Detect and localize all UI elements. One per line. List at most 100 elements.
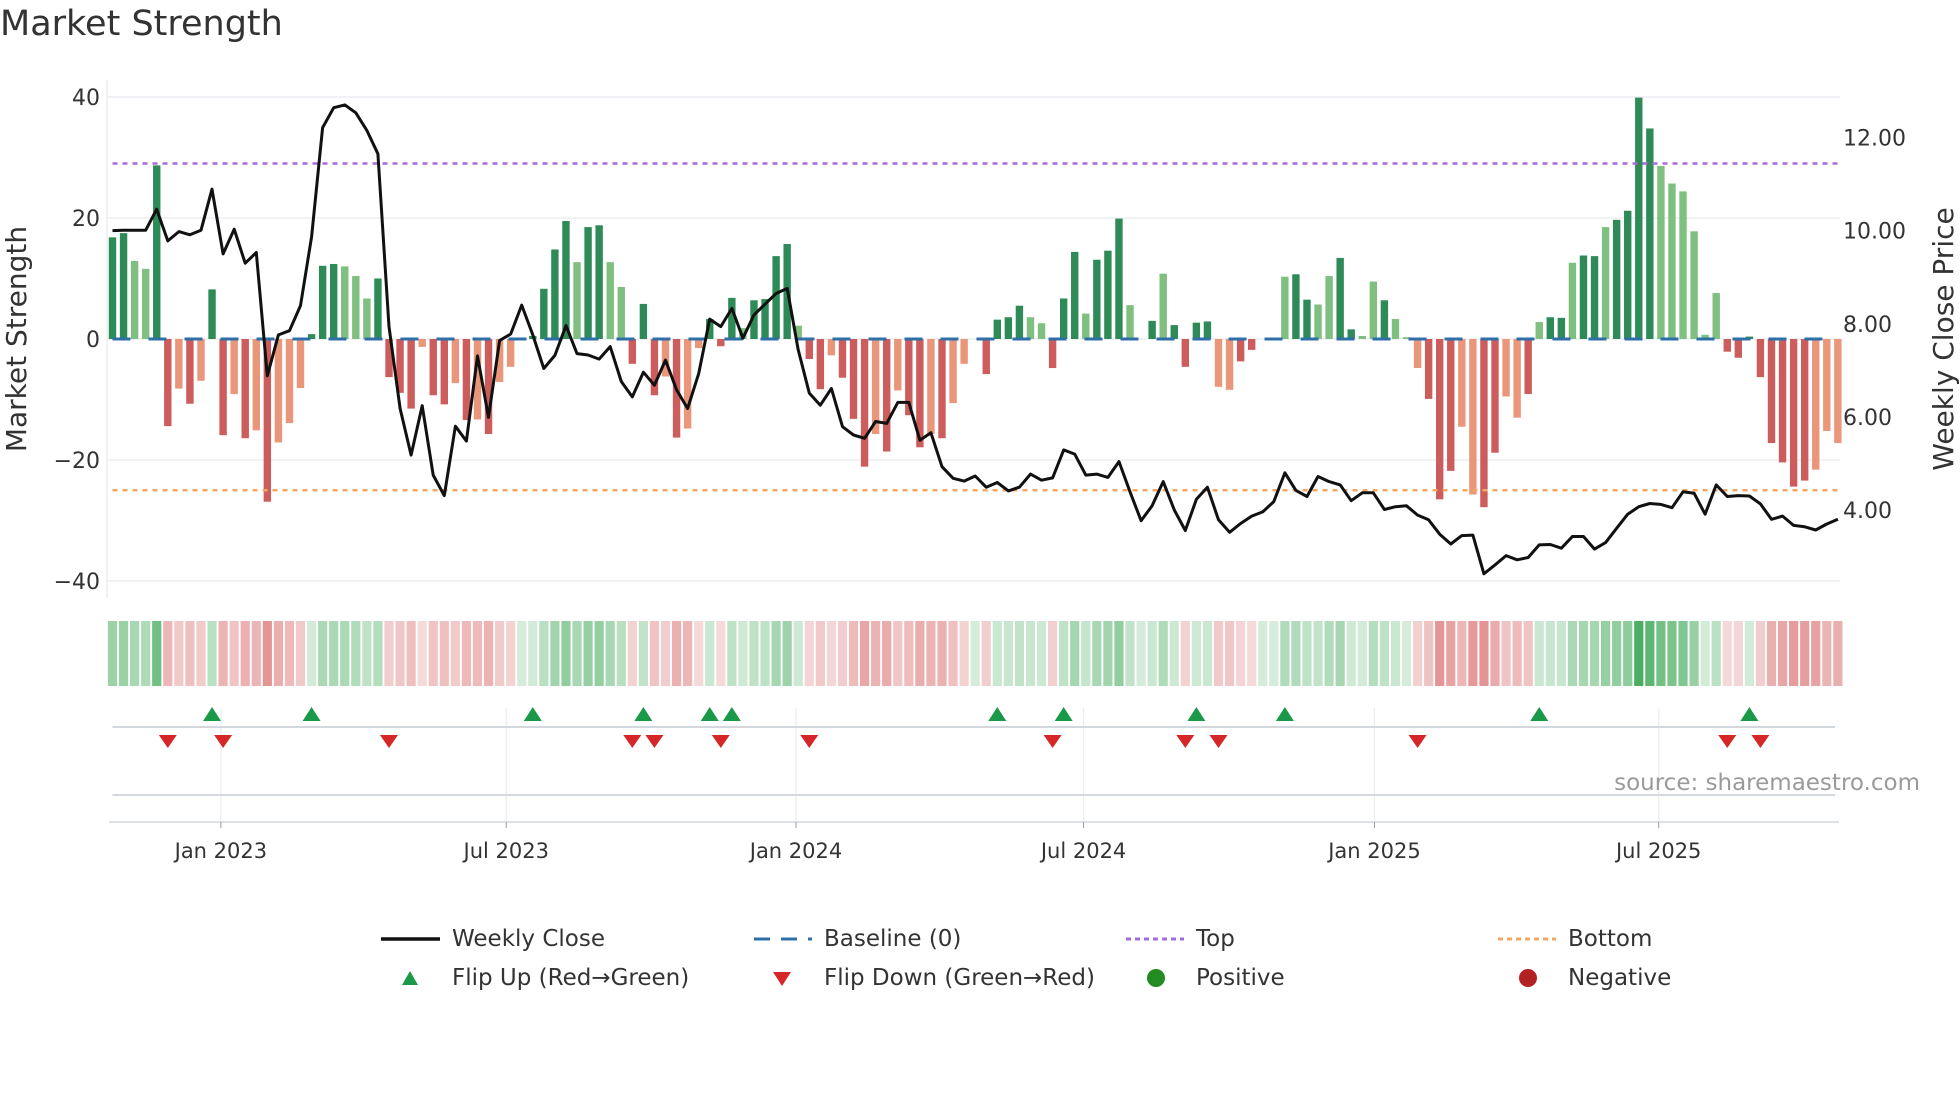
strength-bar xyxy=(1789,339,1798,487)
strip-cell xyxy=(1634,621,1644,686)
strip-cell xyxy=(649,621,660,686)
strip-cell xyxy=(1567,621,1578,686)
strength-bar xyxy=(639,303,648,339)
y2-tick-label: 8.00 xyxy=(1843,313,1892,338)
strip-cell xyxy=(583,621,593,686)
strength-bar xyxy=(628,339,637,364)
strip-cell xyxy=(1324,621,1334,686)
strength-bar xyxy=(949,339,957,404)
strength-bar xyxy=(960,339,968,364)
strip-cell xyxy=(185,621,195,686)
strip-cell xyxy=(1236,621,1246,686)
strip-cell xyxy=(1368,621,1378,686)
strip-cell xyxy=(417,621,427,686)
strip-cell xyxy=(738,621,748,686)
legend-label: Weekly Close xyxy=(452,926,605,952)
strength-bar xyxy=(1458,339,1466,427)
strip-cell xyxy=(506,621,516,686)
strip-cell xyxy=(1689,621,1699,686)
strip-cell xyxy=(1424,621,1434,686)
strip-cell xyxy=(992,621,1002,686)
y-tick-label: −20 xyxy=(54,449,100,474)
strip-cell xyxy=(428,621,438,686)
strip-cell xyxy=(915,621,925,686)
strip-cell xyxy=(771,621,781,686)
strip-cell xyxy=(539,621,549,686)
strength-bar xyxy=(153,165,161,339)
strength-bar xyxy=(1767,339,1776,444)
strength-bar xyxy=(1624,210,1632,339)
strip-cell xyxy=(959,621,969,686)
strength-bar xyxy=(617,286,625,339)
strength-bar xyxy=(1214,339,1223,387)
strip-cell xyxy=(439,621,449,686)
strip-cell xyxy=(904,621,914,686)
strip-cell xyxy=(1678,621,1688,686)
flip-up-marker xyxy=(700,707,719,721)
strength-bar xyxy=(1734,339,1743,358)
y-tick-label: 40 xyxy=(72,86,100,111)
strip-cell xyxy=(705,621,715,686)
strip-cell xyxy=(1202,621,1213,686)
strength-bar xyxy=(1082,313,1090,339)
strength-bar xyxy=(208,289,216,339)
strip-cell xyxy=(1512,621,1522,686)
strip-cell xyxy=(1733,621,1743,686)
strip-cell xyxy=(1612,621,1622,686)
strip-cell xyxy=(1578,621,1589,686)
strip-cell xyxy=(1589,621,1600,686)
strip-cell xyxy=(384,621,394,686)
legend-flip-down: Flip Down (Green→Red) xyxy=(754,965,1095,991)
flip-up-marker xyxy=(203,707,222,721)
legend-bottom: Bottom xyxy=(1498,926,1652,952)
strength-bar xyxy=(1800,339,1809,481)
strength-bar xyxy=(894,339,902,391)
strength-bar xyxy=(1026,317,1035,339)
strength-bar xyxy=(108,237,117,339)
strength-bar xyxy=(1225,339,1234,390)
strength-bar xyxy=(1059,298,1068,339)
strip-cell xyxy=(1313,621,1323,686)
strip-cell xyxy=(550,621,560,686)
strength-bar xyxy=(562,221,570,339)
legend-label: Baseline (0) xyxy=(824,926,962,952)
strength-bar xyxy=(871,339,880,434)
strength-bar xyxy=(1192,322,1201,339)
strength-bar xyxy=(363,298,371,339)
strip-cell xyxy=(1114,621,1124,686)
strength-bar xyxy=(186,339,194,404)
strength-bar xyxy=(1590,256,1599,339)
strip-cell xyxy=(1136,621,1146,686)
strip-cell xyxy=(815,621,825,686)
strip-cell xyxy=(450,621,460,686)
strip-cell xyxy=(251,621,261,686)
strength-bar xyxy=(540,288,548,339)
strength-bar xyxy=(1292,274,1300,339)
y2-tick-label: 6.00 xyxy=(1843,406,1892,431)
strip-cell xyxy=(295,621,306,686)
flip-up-marker xyxy=(1530,707,1549,721)
flip-down-marker xyxy=(623,735,642,748)
strip-cell xyxy=(483,621,494,686)
strength-bar xyxy=(1469,339,1477,495)
strength-bar xyxy=(1093,259,1101,339)
strip-cell xyxy=(1191,621,1201,686)
strength-bar xyxy=(407,339,415,409)
legend-baseline: Baseline (0) xyxy=(754,926,961,952)
strip-cell xyxy=(284,621,295,686)
strip-cell xyxy=(1435,621,1445,686)
strip-cell xyxy=(871,621,881,686)
flip-down-marker xyxy=(1176,735,1195,748)
strength-bar xyxy=(1579,255,1588,339)
strip-cell xyxy=(804,621,814,686)
strip-cell xyxy=(561,621,571,686)
strip-cell xyxy=(472,621,483,686)
strip-cell xyxy=(1048,621,1058,686)
y2-tick-label: 12.00 xyxy=(1843,127,1906,152)
strength-bar xyxy=(1812,339,1820,470)
strength-bar xyxy=(838,339,847,378)
strip-cell xyxy=(406,621,416,686)
strength-bar xyxy=(374,278,382,339)
strength-bar xyxy=(119,233,128,339)
strength-bar xyxy=(352,276,360,339)
